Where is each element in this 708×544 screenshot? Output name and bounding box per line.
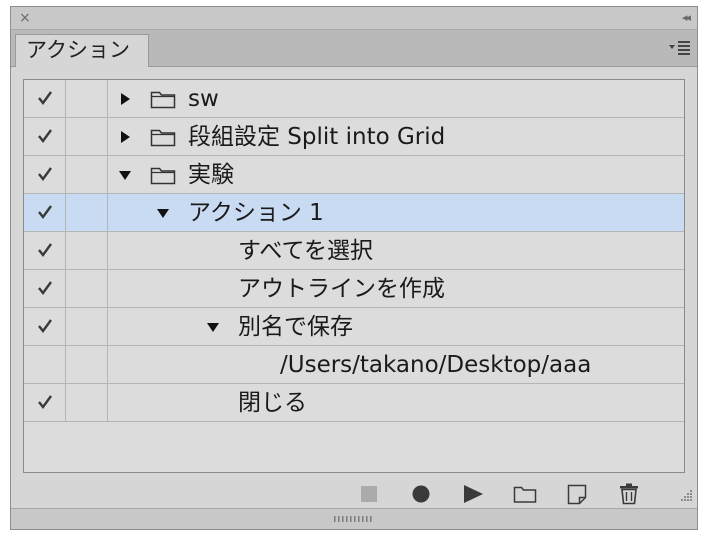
panel-menu-icon[interactable] bbox=[669, 40, 691, 56]
action-row[interactable]: 実験 bbox=[24, 156, 684, 194]
checkmark-icon[interactable] bbox=[36, 241, 54, 259]
stop-icon[interactable] bbox=[357, 483, 381, 505]
triangle-down-icon[interactable] bbox=[118, 168, 132, 182]
toggle-item-cell[interactable] bbox=[24, 308, 66, 345]
collapse-icon[interactable]: ◂◂ bbox=[682, 9, 691, 27]
toggle-item-cell[interactable] bbox=[24, 384, 66, 421]
toggle-dialog-cell[interactable] bbox=[66, 346, 108, 383]
row-label: 閉じる bbox=[238, 390, 307, 416]
row-label: すべてを選択 bbox=[238, 238, 374, 264]
toggle-dialog-cell[interactable] bbox=[66, 232, 108, 269]
toggle-item-cell[interactable] bbox=[24, 270, 66, 307]
trash-icon[interactable] bbox=[617, 483, 641, 505]
tab-row: アクション bbox=[11, 30, 697, 67]
toggle-dialog-cell[interactable] bbox=[66, 80, 108, 117]
toggle-dialog-cell[interactable] bbox=[66, 194, 108, 231]
folder-icon bbox=[150, 129, 176, 147]
toggle-item-cell[interactable] bbox=[24, 232, 66, 269]
row-label: アクション 1 bbox=[188, 200, 324, 226]
row-label: /Users/takano/Desktop/aaa bbox=[280, 352, 592, 378]
action-row[interactable]: アウトラインを作成 bbox=[24, 270, 684, 308]
triangle-right-icon[interactable] bbox=[118, 130, 132, 144]
action-row[interactable]: /Users/takano/Desktop/aaa bbox=[24, 346, 684, 384]
toggle-item-cell[interactable] bbox=[24, 118, 66, 155]
checkmark-icon[interactable] bbox=[36, 279, 54, 297]
record-icon[interactable] bbox=[409, 483, 433, 505]
toggle-item-cell[interactable] bbox=[24, 80, 66, 117]
play-icon[interactable] bbox=[461, 483, 485, 505]
triangle-down-icon[interactable] bbox=[206, 320, 220, 334]
row-label: アウトラインを作成 bbox=[238, 276, 445, 302]
checkmark-icon[interactable] bbox=[36, 393, 54, 411]
action-row[interactable]: sw bbox=[24, 80, 684, 118]
new-set-folder-icon[interactable] bbox=[513, 483, 537, 505]
actions-list: sw 段組設定 Split into Grid 実験 アクション 1 すべてを選… bbox=[23, 79, 685, 473]
toggle-item-cell[interactable] bbox=[24, 194, 66, 231]
close-icon[interactable]: × bbox=[19, 9, 31, 27]
panel-titlebar: × ◂◂ bbox=[11, 7, 697, 30]
actions-panel: × ◂◂ アクション sw 段組設定 Split into Grid 実験 アク… bbox=[10, 6, 698, 530]
checkmark-icon[interactable] bbox=[36, 127, 54, 145]
folder-icon bbox=[150, 167, 176, 185]
panel-bottom-edge bbox=[11, 508, 697, 529]
toggle-dialog-cell[interactable] bbox=[66, 118, 108, 155]
action-row[interactable]: 別名で保存 bbox=[24, 308, 684, 346]
drag-handle-icon[interactable] bbox=[333, 515, 373, 523]
new-action-icon[interactable] bbox=[565, 483, 589, 505]
toggle-dialog-cell[interactable] bbox=[66, 156, 108, 193]
action-row[interactable]: 閉じる bbox=[24, 384, 684, 422]
row-label: sw bbox=[188, 86, 219, 112]
triangle-right-icon[interactable] bbox=[118, 92, 132, 106]
action-row-selected[interactable]: アクション 1 bbox=[24, 194, 684, 232]
folder-icon bbox=[150, 91, 176, 109]
checkmark-icon[interactable] bbox=[36, 317, 54, 335]
toggle-dialog-cell[interactable] bbox=[66, 384, 108, 421]
action-row[interactable]: すべてを選択 bbox=[24, 232, 684, 270]
toggle-item-cell[interactable] bbox=[24, 156, 66, 193]
checkmark-icon[interactable] bbox=[36, 165, 54, 183]
toggle-dialog-cell[interactable] bbox=[66, 308, 108, 345]
triangle-down-icon[interactable] bbox=[156, 206, 170, 220]
row-label: 実験 bbox=[188, 162, 234, 188]
toggle-item-cell[interactable] bbox=[24, 346, 66, 383]
resize-grip-icon[interactable] bbox=[679, 487, 693, 501]
panel-toolbar bbox=[11, 479, 697, 509]
row-label: 別名で保存 bbox=[238, 314, 353, 340]
row-label: 段組設定 Split into Grid bbox=[188, 124, 446, 150]
checkmark-icon[interactable] bbox=[36, 89, 54, 107]
tab-actions[interactable]: アクション bbox=[15, 34, 149, 67]
checkmark-icon[interactable] bbox=[36, 203, 54, 221]
toggle-dialog-cell[interactable] bbox=[66, 270, 108, 307]
action-row[interactable]: 段組設定 Split into Grid bbox=[24, 118, 684, 156]
